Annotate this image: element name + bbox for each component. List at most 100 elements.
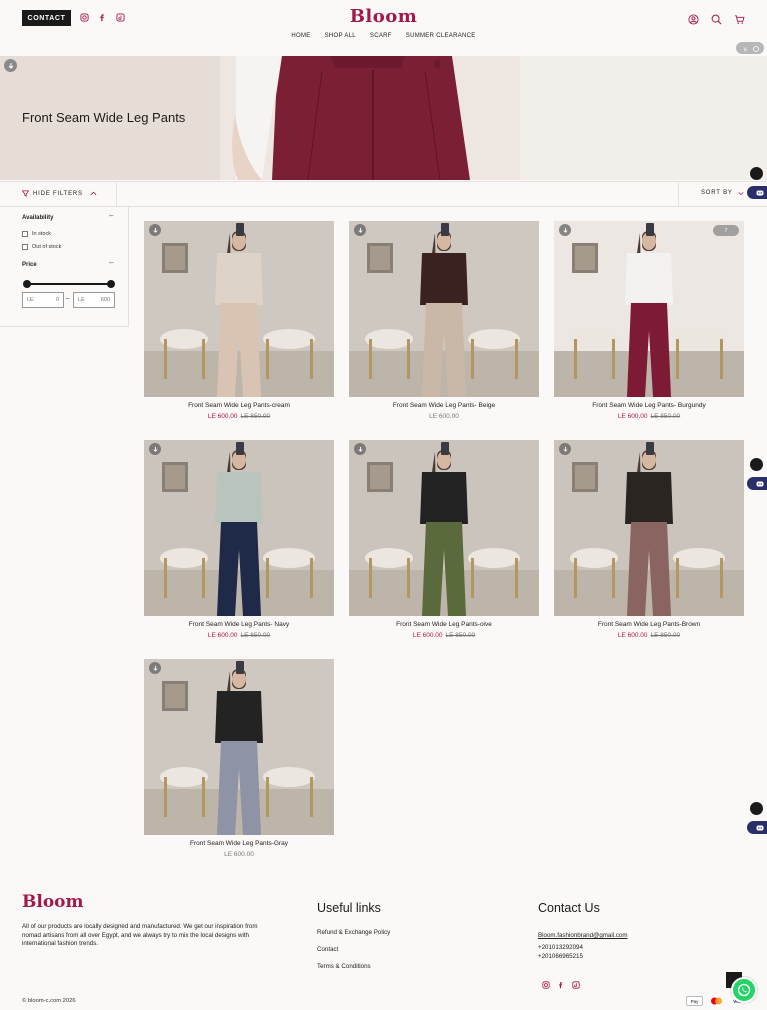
product-name[interactable]: Front Seam Wide Leg Pants-oive [349,621,539,628]
sort-by-dropdown[interactable]: SORT BY [701,190,744,196]
checkbox[interactable] [22,231,28,237]
contact-us-heading: Contact Us [538,901,600,915]
chatbot-icon[interactable] [747,477,767,490]
facebook-icon[interactable] [557,976,565,994]
media-counter-badge[interactable]: 7 [713,225,739,236]
download-icon[interactable] [4,59,17,72]
sale-price: LE 600.00 [617,632,648,639]
product-name[interactable]: Front Seam Wide Leg Pants- Burgundy [554,402,744,409]
download-icon[interactable] [149,443,161,455]
product-image[interactable] [554,440,744,616]
sale-price: LE 600.00 [207,413,238,420]
product-image[interactable] [349,221,539,397]
chatbot-icon[interactable] [747,821,767,834]
sale-price: LE 600.00 [412,632,443,639]
price-max-input[interactable]: LE 600 [73,292,115,308]
footer-logo[interactable]: Bloom [22,892,84,912]
download-icon[interactable] [149,224,161,236]
tiktok-icon[interactable] [572,976,580,994]
price-min-input[interactable]: LE 0 [22,292,64,308]
nav-home[interactable]: HOME [291,33,310,39]
out-of-stock-checkbox[interactable]: Out of stock [22,244,61,250]
product-name[interactable]: Front Seam Wide Leg Pants- Navy [144,621,334,628]
collapse-icon[interactable]: – [109,258,113,267]
account-icon[interactable] [688,12,699,30]
range-separator: – [66,296,70,302]
download-icon[interactable] [559,224,571,236]
accessibility-widget-icon[interactable] [750,167,763,180]
chevron-down-icon [738,191,744,195]
compare-at-price: LE 850.00 [650,413,681,420]
sale-price: LE 600.00 [617,413,648,420]
price-min-value: 0 [55,297,59,303]
in-stock-label: In stock [32,231,51,237]
compare-at-price: LE 850.00 [240,413,271,420]
search-icon[interactable] [711,12,722,30]
regular-price: LE 600.00 [224,851,254,858]
footer-phone-1[interactable]: +201013292094 [538,944,583,951]
filter-icon [22,190,29,197]
price-slider-max-handle[interactable] [107,280,115,288]
compare-at-price: LE 850.00 [445,632,476,639]
product-image[interactable] [349,440,539,616]
currency-label: LE [27,297,34,303]
media-counter-badge[interactable]: 6 [736,42,764,54]
product-name[interactable]: Front Seam Wide Leg Pants-cream [144,402,334,409]
download-icon[interactable] [354,443,366,455]
product-name[interactable]: Front Seam Wide Leg Pants-Brown [554,621,744,628]
whatsapp-icon [737,983,751,997]
currency-label: LE [78,297,85,303]
footer-email-link[interactable]: Bloom.fashionbrand@gmail.com [538,932,628,939]
footer-description: All of our products are locally designed… [22,923,258,947]
download-icon[interactable] [149,662,161,674]
hide-filters-label: HIDE FILTERS [33,190,83,197]
brand-logo[interactable]: Bloom [0,6,767,27]
product-name[interactable]: Front Seam Wide Leg Pants-Gray [144,840,334,847]
accessibility-widget-icon[interactable] [750,458,763,471]
product-image[interactable] [144,440,334,616]
price-max-value: 600 [100,297,110,303]
in-stock-checkbox[interactable]: In stock [22,231,51,237]
product-name[interactable]: Front Seam Wide Leg Pants- Beige [349,402,539,409]
collection-title: Front Seam Wide Leg Pants [22,110,186,125]
product-price: LE 600.00 [144,851,334,858]
product-image[interactable] [144,659,334,835]
sale-price: LE 600.00 [207,632,238,639]
checkbox[interactable] [22,244,28,250]
header-icons [688,12,745,30]
mastercard-icon [708,996,725,1006]
product-image[interactable] [554,221,744,397]
chatbot-icon[interactable] [747,186,767,199]
product-price: LE 600.00 LE 850.00 [554,632,744,639]
footer-phone-2[interactable]: +201066965215 [538,953,583,960]
product-price: LE 600.00 LE 850.00 [554,413,744,420]
nav-summer-clearance[interactable]: SUMMER CLEARANCE [406,33,476,39]
collapse-icon[interactable]: – [109,211,113,220]
nav-scarf[interactable]: SCARF [370,33,392,39]
compare-at-price: LE 850.00 [650,632,681,639]
footer-social-links [542,976,580,994]
filter-sidebar [0,207,129,327]
chevron-up-icon [90,191,97,196]
compare-at-price: LE 850.00 [240,632,271,639]
price-heading[interactable]: Price [22,262,37,268]
price-slider-min-handle[interactable] [23,280,31,288]
useful-links-heading: Useful links [317,901,381,915]
product-image[interactable] [144,221,334,397]
cart-icon[interactable] [734,12,745,30]
availability-heading[interactable]: Availability [22,215,53,221]
product-price: LE 600.00 LE 850.00 [144,413,334,420]
product-price: LE 600.00 LE 850.00 [144,632,334,639]
footer-link-contact[interactable]: Contact [317,946,338,953]
divider [116,181,117,207]
footer-link-refund[interactable]: Refund & Exchange Policy [317,929,390,936]
download-icon[interactable] [354,224,366,236]
instagram-icon[interactable] [542,976,550,994]
footer-link-terms[interactable]: Terms & Conditions [317,963,371,970]
download-icon[interactable] [559,443,571,455]
whatsapp-chat-button[interactable] [731,977,757,1003]
price-slider-track[interactable] [26,283,111,285]
accessibility-widget-icon[interactable] [750,802,763,815]
hide-filters-button[interactable]: HIDE FILTERS [22,190,97,197]
nav-shop-all[interactable]: SHOP ALL [325,33,356,39]
